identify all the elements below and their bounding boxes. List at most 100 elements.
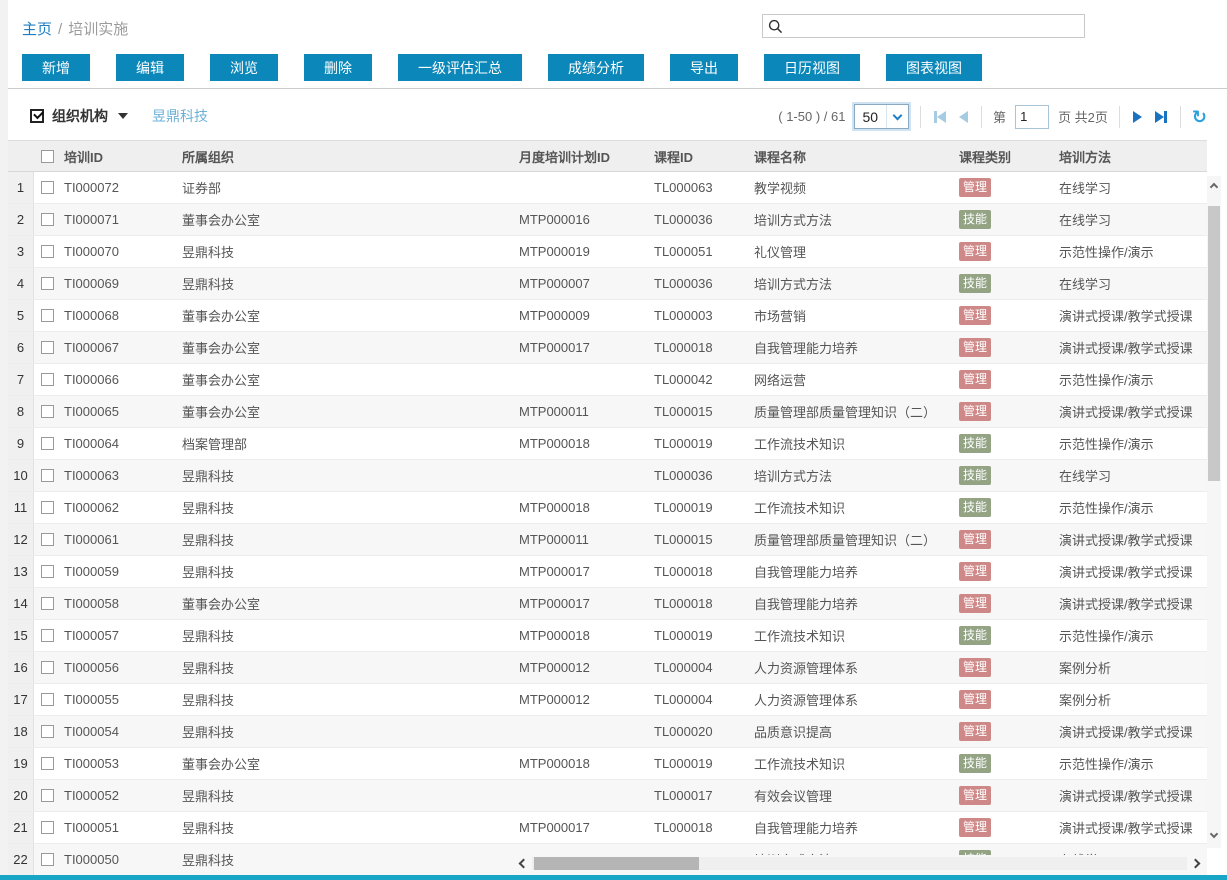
selected-org-link[interactable]: 昱鼎科技 bbox=[152, 106, 208, 126]
select-all-checkbox[interactable] bbox=[41, 150, 54, 163]
toolbar-button[interactable]: 成绩分析 bbox=[548, 54, 644, 81]
vertical-scrollbar[interactable] bbox=[1207, 176, 1221, 848]
row-checkbox[interactable] bbox=[41, 213, 54, 226]
table-row[interactable]: 4 TI000069 昱鼎科技 MTP000007 TL000036 培训方式方… bbox=[8, 268, 1207, 300]
table-row[interactable]: 21 TI000051 昱鼎科技 MTP000017 TL000018 自我管理… bbox=[8, 812, 1207, 844]
column-header[interactable]: 培训ID bbox=[60, 141, 178, 171]
row-checkbox[interactable] bbox=[41, 533, 54, 546]
toolbar-button[interactable]: 日历视图 bbox=[764, 54, 860, 81]
category-badge: 管理 bbox=[959, 562, 991, 580]
row-checkbox[interactable] bbox=[41, 597, 54, 610]
method-cell: 示范性操作/演示 bbox=[1055, 364, 1207, 395]
toolbar-button[interactable]: 编辑 bbox=[116, 54, 184, 81]
method-cell: 演讲式授课/教学式授课 bbox=[1055, 300, 1207, 331]
method-cell: 在线学习 bbox=[1055, 172, 1207, 203]
search-box[interactable] bbox=[762, 14, 1085, 38]
last-page-button[interactable] bbox=[1153, 111, 1169, 123]
row-checkbox[interactable] bbox=[41, 309, 54, 322]
table-row[interactable]: 10 TI000063 昱鼎科技 TL000036 培训方式方法 技能 在线学习 bbox=[8, 460, 1207, 492]
course-id-cell: TL000004 bbox=[650, 652, 750, 683]
table-row[interactable]: 3 TI000070 昱鼎科技 MTP000019 TL000051 礼仪管理 … bbox=[8, 236, 1207, 268]
horizontal-scroll-track[interactable] bbox=[532, 857, 1187, 870]
course-id-cell: TL000042 bbox=[650, 364, 750, 395]
row-checkbox[interactable] bbox=[41, 373, 54, 386]
scroll-left-icon[interactable] bbox=[512, 855, 532, 872]
plan-id-cell: MTP000017 bbox=[515, 556, 650, 587]
row-checkbox[interactable] bbox=[41, 341, 54, 354]
column-header[interactable]: 培训方法 bbox=[1055, 141, 1207, 171]
row-checkbox[interactable] bbox=[41, 181, 54, 194]
course-id-cell: TL000018 bbox=[650, 556, 750, 587]
table-row[interactable]: 20 TI000052 昱鼎科技 TL000017 有效会议管理 管理 演讲式授… bbox=[8, 780, 1207, 812]
row-checkbox[interactable] bbox=[41, 501, 54, 514]
table-row[interactable]: 16 TI000056 昱鼎科技 MTP000012 TL000004 人力资源… bbox=[8, 652, 1207, 684]
toolbar-button[interactable]: 新增 bbox=[22, 54, 90, 81]
column-header[interactable]: 课程ID bbox=[650, 141, 750, 171]
table-row[interactable]: 9 TI000064 档案管理部 MTP000018 TL000019 工作流技… bbox=[8, 428, 1207, 460]
table-row[interactable]: 1 TI000072 证券部 TL000063 教学视频 管理 在线学习 bbox=[8, 172, 1207, 204]
horizontal-scrollbar[interactable] bbox=[512, 855, 1207, 872]
table-row[interactable]: 15 TI000057 昱鼎科技 MTP000018 TL000019 工作流技… bbox=[8, 620, 1207, 652]
chevron-down-icon[interactable] bbox=[118, 113, 128, 119]
table-row[interactable]: 5 TI000068 董事会办公室 MTP000009 TL000003 市场营… bbox=[8, 300, 1207, 332]
row-checkbox[interactable] bbox=[41, 405, 54, 418]
refresh-icon[interactable]: ↻ bbox=[1192, 108, 1207, 126]
plan-id-cell: MTP000018 bbox=[515, 748, 650, 779]
breadcrumb-home-link[interactable]: 主页 bbox=[22, 21, 52, 38]
row-checkbox[interactable] bbox=[41, 693, 54, 706]
table-row[interactable]: 6 TI000067 董事会办公室 MTP000017 TL000018 自我管… bbox=[8, 332, 1207, 364]
table-row[interactable]: 12 TI000061 昱鼎科技 MTP000011 TL000015 质量管理… bbox=[8, 524, 1207, 556]
course-id-cell: TL000036 bbox=[650, 204, 750, 235]
training-id-cell: TI000058 bbox=[60, 588, 178, 619]
row-checkbox[interactable] bbox=[41, 725, 54, 738]
row-checkbox[interactable] bbox=[41, 757, 54, 770]
org-filter-checkbox[interactable] bbox=[30, 109, 44, 123]
row-checkbox[interactable] bbox=[41, 821, 54, 834]
scroll-up-icon[interactable] bbox=[1207, 176, 1221, 194]
first-page-button[interactable] bbox=[932, 111, 948, 123]
toolbar-button[interactable]: 浏览 bbox=[210, 54, 278, 81]
row-checkbox[interactable] bbox=[41, 277, 54, 290]
row-checkbox[interactable] bbox=[41, 469, 54, 482]
course-name-cell: 质量管理部质量管理知识（二） bbox=[750, 396, 955, 427]
org-cell: 董事会办公室 bbox=[178, 748, 515, 779]
column-header[interactable]: 课程类别 bbox=[955, 141, 1055, 171]
row-checkbox[interactable] bbox=[41, 629, 54, 642]
row-checkbox[interactable] bbox=[41, 789, 54, 802]
column-header[interactable]: 月度培训计划ID bbox=[515, 141, 650, 171]
toolbar-button[interactable]: 导出 bbox=[670, 54, 738, 81]
row-checkbox[interactable] bbox=[41, 437, 54, 450]
page-number-input[interactable] bbox=[1015, 105, 1049, 129]
row-checkbox[interactable] bbox=[41, 245, 54, 258]
toolbar-button[interactable]: 一级评估汇总 bbox=[398, 54, 522, 81]
toolbar-button[interactable]: 图表视图 bbox=[886, 54, 982, 81]
table-row[interactable]: 14 TI000058 董事会办公室 MTP000017 TL000018 自我… bbox=[8, 588, 1207, 620]
column-header[interactable]: 课程名称 bbox=[750, 141, 955, 171]
vertical-scroll-thumb[interactable] bbox=[1208, 206, 1220, 481]
category-cell: 技能 bbox=[955, 268, 1055, 299]
row-checkbox[interactable] bbox=[41, 565, 54, 578]
training-id-cell: TI000065 bbox=[60, 396, 178, 427]
table-row[interactable]: 2 TI000071 董事会办公室 MTP000016 TL000036 培训方… bbox=[8, 204, 1207, 236]
prev-page-button[interactable] bbox=[957, 111, 970, 123]
horizontal-scroll-thumb[interactable] bbox=[534, 857, 699, 870]
table-row[interactable]: 8 TI000065 董事会办公室 MTP000011 TL000015 质量管… bbox=[8, 396, 1207, 428]
row-checkbox-cell bbox=[34, 428, 60, 459]
table-row[interactable]: 11 TI000062 昱鼎科技 MTP000018 TL000019 工作流技… bbox=[8, 492, 1207, 524]
scroll-down-icon[interactable] bbox=[1207, 826, 1221, 844]
scroll-right-icon[interactable] bbox=[1187, 855, 1207, 872]
column-header[interactable]: 所属组织 bbox=[178, 141, 515, 171]
page-size-select[interactable]: 50 bbox=[854, 104, 909, 129]
table-row[interactable]: 17 TI000055 昱鼎科技 MTP000012 TL000004 人力资源… bbox=[8, 684, 1207, 716]
table-row[interactable]: 7 TI000066 董事会办公室 TL000042 网络运营 管理 示范性操作… bbox=[8, 364, 1207, 396]
search-input[interactable] bbox=[787, 18, 1079, 35]
table-row[interactable]: 13 TI000059 昱鼎科技 MTP000017 TL000018 自我管理… bbox=[8, 556, 1207, 588]
next-page-button[interactable] bbox=[1131, 111, 1144, 123]
row-checkbox[interactable] bbox=[41, 853, 54, 866]
table-row[interactable]: 18 TI000054 昱鼎科技 TL000020 品质意识提高 管理 演讲式授… bbox=[8, 716, 1207, 748]
header-select-all[interactable] bbox=[34, 141, 60, 171]
plan-id-cell: MTP000018 bbox=[515, 620, 650, 651]
toolbar-button[interactable]: 删除 bbox=[304, 54, 372, 81]
row-checkbox[interactable] bbox=[41, 661, 54, 674]
table-row[interactable]: 19 TI000053 董事会办公室 MTP000018 TL000019 工作… bbox=[8, 748, 1207, 780]
